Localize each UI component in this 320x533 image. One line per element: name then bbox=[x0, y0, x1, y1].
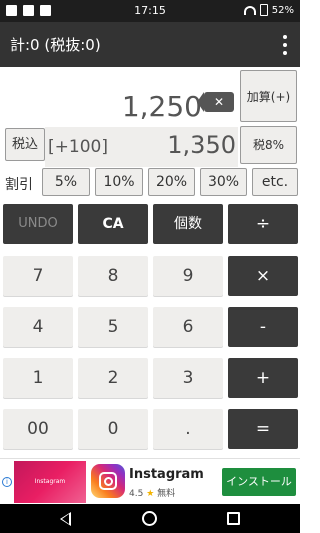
ad-app-name[interactable]: Instagram bbox=[129, 467, 204, 482]
multiply-button[interactable]: × bbox=[228, 256, 298, 296]
add-amount-label: [+100] bbox=[48, 137, 108, 157]
wifi-icon bbox=[243, 5, 256, 15]
plus-button[interactable]: + bbox=[228, 358, 298, 398]
ad-price: 無料 bbox=[157, 489, 176, 499]
count-button[interactable]: 個数 bbox=[153, 204, 223, 244]
ad-rating-value: 4.5 bbox=[129, 489, 144, 499]
sub-display-value: 1,350 bbox=[167, 131, 236, 159]
key-0[interactable]: 0 bbox=[78, 409, 148, 449]
divide-button[interactable]: ÷ bbox=[228, 204, 298, 244]
ad-thumbnail[interactable]: Instagram bbox=[14, 461, 86, 503]
star-icon: ★ bbox=[146, 489, 155, 499]
clear-all-button[interactable]: CA bbox=[78, 204, 148, 244]
install-button[interactable]: インストール bbox=[222, 468, 296, 496]
key-4[interactable]: 4 bbox=[3, 307, 73, 347]
key-9[interactable]: 9 bbox=[153, 256, 223, 296]
status-icons: 52% bbox=[243, 4, 294, 16]
status-bar: 17:15 52% bbox=[0, 0, 300, 22]
discount-5-button[interactable]: 5% bbox=[42, 168, 90, 196]
discount-10-button[interactable]: 10% bbox=[95, 168, 143, 196]
key-7[interactable]: 7 bbox=[3, 256, 73, 296]
home-icon[interactable] bbox=[142, 511, 157, 526]
battery-level: 52% bbox=[271, 4, 294, 16]
key-5[interactable]: 5 bbox=[78, 307, 148, 347]
equals-button[interactable]: = bbox=[228, 409, 298, 449]
decimal-button[interactable]: . bbox=[153, 409, 223, 449]
ad-rating: 4.5 ★ 無料 bbox=[129, 486, 175, 499]
backspace-icon[interactable]: ✕ bbox=[197, 92, 234, 112]
undo-button[interactable]: UNDO bbox=[3, 204, 73, 244]
discount-20-button[interactable]: 20% bbox=[148, 168, 195, 196]
instagram-icon[interactable] bbox=[91, 464, 125, 498]
key-00[interactable]: 00 bbox=[3, 409, 73, 449]
tax-rate-button[interactable]: 税8% bbox=[240, 126, 297, 164]
key-3[interactable]: 3 bbox=[153, 358, 223, 398]
key-8[interactable]: 8 bbox=[78, 256, 148, 296]
back-icon[interactable] bbox=[60, 512, 71, 526]
ad-banner[interactable]: i Instagram Instagram 4.5 ★ 無料 インストール bbox=[0, 458, 300, 504]
add-button[interactable]: 加算(+) bbox=[240, 70, 297, 122]
page-title: 計:0 (税抜:0) bbox=[10, 36, 101, 54]
discount-label: 割引 bbox=[5, 177, 33, 193]
ad-info-icon[interactable]: i bbox=[2, 477, 12, 487]
recent-apps-icon[interactable] bbox=[227, 512, 240, 525]
key-2[interactable]: 2 bbox=[78, 358, 148, 398]
key-6[interactable]: 6 bbox=[153, 307, 223, 347]
discount-30-button[interactable]: 30% bbox=[200, 168, 247, 196]
minus-button[interactable]: - bbox=[228, 307, 298, 347]
battery-icon bbox=[259, 4, 268, 16]
discount-etc-button[interactable]: etc. bbox=[252, 168, 298, 196]
tax-included-button[interactable]: 税込 bbox=[5, 128, 45, 161]
more-vert-icon[interactable] bbox=[282, 35, 288, 55]
system-nav-bar bbox=[0, 504, 300, 533]
app-bar: 計:0 (税抜:0) bbox=[0, 22, 300, 67]
main-display-value: 1,250 bbox=[121, 90, 202, 123]
key-1[interactable]: 1 bbox=[3, 358, 73, 398]
